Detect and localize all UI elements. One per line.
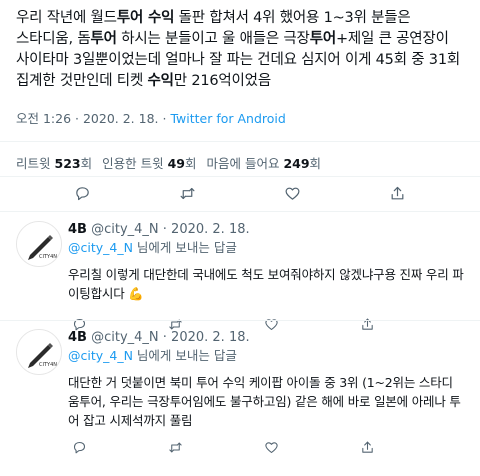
like-button[interactable] [282, 182, 304, 204]
avatar-caption: CITY4N [39, 254, 57, 260]
replying-to-label: 님에게 보내는 답글 [132, 348, 237, 363]
tweet-timestamp[interactable]: 오전 1:26 · 2020. 2. 18. [16, 111, 159, 126]
reply-icon [73, 441, 85, 453]
tweet-text-part: 하시는 분들이고 울 애들은 극장 [116, 31, 310, 47]
share-icon [391, 186, 404, 199]
tweet-text-highlight: 투어 [309, 31, 336, 47]
likes-label: 마음에 들어요 [206, 156, 280, 171]
share-icon [361, 441, 373, 453]
likes-suffix: 회 [309, 156, 322, 171]
reply-body: 4B @city_4_N · 2020. 2. 18. @city_4_N 님에… [68, 221, 464, 335]
main-tweet: 우리 작년에 월드투어 수익 돌판 합쳐서 4위 했어용 1~3위 분들은 스타… [16, 8, 466, 127]
divider [0, 176, 480, 177]
user-name[interactable]: 4B [68, 330, 87, 345]
tweet-stats: 리트윗 523회 인용한 트윗 49회 마음에 들어요 249회 [16, 153, 321, 172]
divider [0, 211, 480, 212]
share-button[interactable] [387, 182, 409, 204]
share-button[interactable] [356, 436, 378, 458]
retweets-stat[interactable]: 리트윗 523회 [16, 156, 92, 171]
replying-to: @city_4_N 님에게 보내는 답글 [68, 239, 464, 257]
likes-count: 249 [283, 156, 310, 171]
reply-date[interactable]: · 2020. 2. 18. [163, 330, 250, 345]
tweet-text-part: 우리 작년에 월드 [16, 10, 117, 26]
tweet-text-highlight: 투어 [90, 31, 117, 47]
like-button[interactable] [260, 436, 282, 458]
retweets-suffix: 회 [80, 156, 93, 171]
tweet-text: 우리 작년에 월드투어 수익 돌판 합쳐서 4위 했어용 1~3위 분들은 스타… [16, 8, 466, 92]
tweet-text-part: 만 216억이었음 [173, 73, 271, 89]
reply-button[interactable] [72, 182, 94, 204]
retweets-count: 523 [54, 156, 81, 171]
reply-header: 4B @city_4_N · 2020. 2. 18. [68, 221, 464, 239]
heart-icon [285, 187, 300, 200]
retweets-label: 리트윗 [16, 156, 51, 171]
reply-text: 우리칠 이렇게 대단한데 국내에도 척도 보여줘야하지 않겠냐구용 진짜 우리 … [68, 267, 464, 301]
reply-date[interactable]: · 2020. 2. 18. [163, 222, 250, 237]
reply-button[interactable] [68, 436, 90, 458]
quotes-label: 인용한 트윗 [102, 156, 164, 171]
tweet-text-highlight: 수익 [147, 73, 174, 89]
replying-to-label: 님에게 보내는 답글 [132, 240, 237, 255]
tweet-client-link[interactable]: Twitter for Android [170, 111, 285, 126]
avatar-caption: CITY4N [39, 362, 57, 368]
divider [0, 141, 480, 142]
quotes-count: 49 [167, 156, 185, 171]
reply-body: 4B @city_4_N · 2020. 2. 18. @city_4_N 님에… [68, 329, 464, 458]
retweet-icon [180, 187, 195, 199]
replying-to-handle[interactable]: @city_4_N [68, 348, 133, 363]
quotes-stat[interactable]: 인용한 트윗 49회 [102, 156, 196, 171]
replying-to: @city_4_N 님에게 보내는 답글 [68, 347, 464, 365]
tweet-meta: 오전 1:26 · 2020. 2. 18. · Twitter for And… [16, 108, 466, 127]
retweet-button[interactable] [164, 436, 186, 458]
pencil-logo-icon: CITY4N [17, 330, 61, 374]
reply-header: 4B @city_4_N · 2020. 2. 18. [68, 329, 464, 347]
heart-icon [264, 441, 278, 453]
quotes-suffix: 회 [184, 156, 197, 171]
tweet-text-highlight: 투어 수익 [116, 10, 175, 26]
reply-icon [76, 186, 89, 200]
retweet-icon [168, 442, 182, 452]
user-handle[interactable]: @city_4_N [91, 330, 159, 345]
reply-actions [68, 436, 378, 458]
reply-text: 대단한 거 덧붙이면 북미 투어 수익 케이팝 아이돌 중 3위 (1~2위는 … [68, 375, 461, 428]
replying-to-handle[interactable]: @city_4_N [68, 240, 133, 255]
avatar[interactable]: CITY4N [16, 221, 62, 267]
tweet-actions [0, 181, 480, 205]
retweet-button[interactable] [177, 182, 199, 204]
user-handle[interactable]: @city_4_N [91, 222, 159, 237]
pencil-logo-icon: CITY4N [17, 222, 61, 266]
user-name[interactable]: 4B [68, 222, 87, 237]
avatar[interactable]: CITY4N [16, 329, 62, 375]
likes-stat[interactable]: 마음에 들어요 249회 [206, 156, 321, 171]
divider [0, 320, 480, 321]
